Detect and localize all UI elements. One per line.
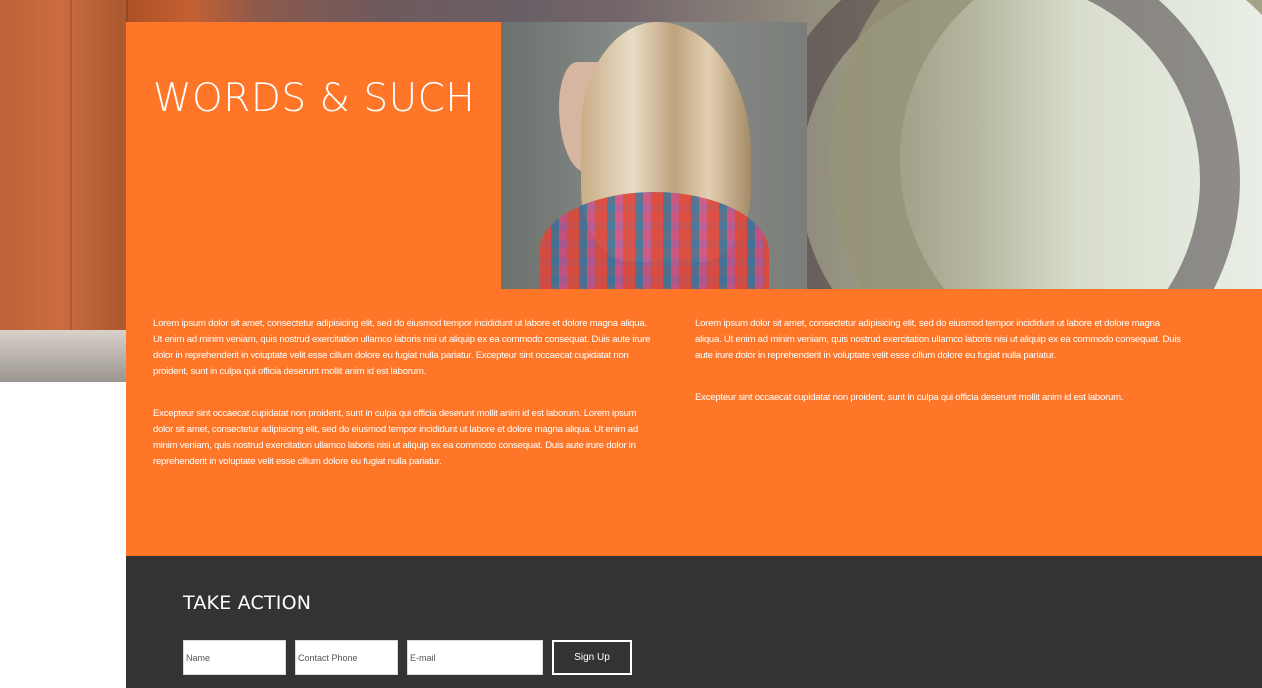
content-right-column: Lorem ipsum dolor sit amet, consectetur … <box>695 316 1187 406</box>
content-left-column: Lorem ipsum dolor sit amet, consectetur … <box>153 316 653 470</box>
page: WORDS & SUCH Lorem ipsum dolor sit amet,… <box>0 0 1262 688</box>
content-paragraph: Lorem ipsum dolor sit amet, consectetur … <box>153 318 651 377</box>
sign-up-button[interactable]: Sign Up <box>552 640 632 675</box>
content-paragraph: Lorem ipsum dolor sit amet, consectetur … <box>695 318 1181 361</box>
background-ledge <box>0 330 140 382</box>
content-band: Lorem ipsum dolor sit amet, consectetur … <box>126 289 1262 556</box>
background-tile <box>0 0 72 330</box>
content-paragraph: Excepteur sint occaecat cupidatat non pr… <box>695 392 1124 403</box>
take-action-section: TAKE ACTION Sign Up <box>126 556 1262 688</box>
contact-phone-input[interactable] <box>295 640 398 675</box>
hero-title: WORDS & SUCH <box>153 76 476 121</box>
hero-title-box: WORDS & SUCH <box>126 22 501 289</box>
email-input[interactable] <box>407 640 543 675</box>
content-paragraph: Excepteur sint occaecat cupidatat non pr… <box>153 408 638 467</box>
portrait-photo <box>501 22 807 289</box>
take-action-title: TAKE ACTION <box>183 592 312 614</box>
background-tile <box>70 0 128 330</box>
name-input[interactable] <box>183 640 286 675</box>
